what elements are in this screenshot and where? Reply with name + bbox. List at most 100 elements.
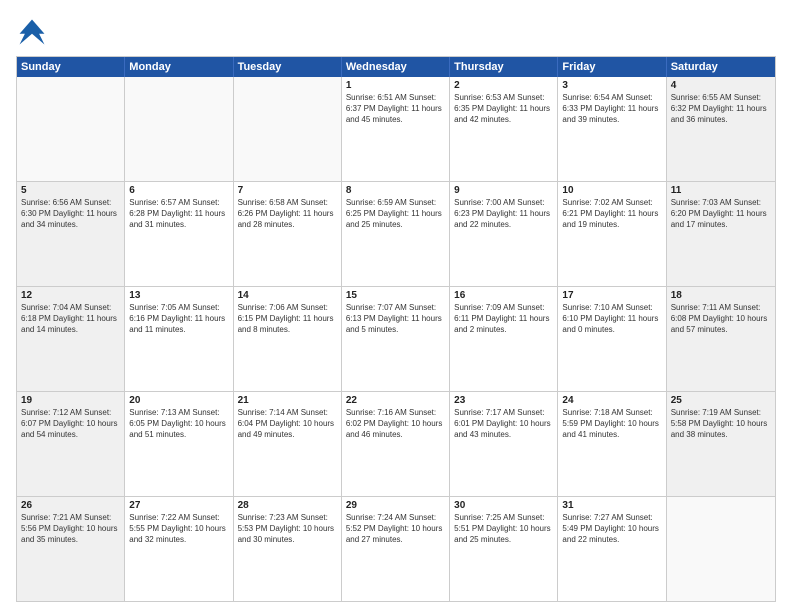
calendar-cell: 24Sunrise: 7:18 AM Sunset: 5:59 PM Dayli… — [558, 392, 666, 496]
calendar-cell: 8 Sunrise: 6:59 AM Sunset: 6:25 PM Daylig… — [342, 182, 450, 286]
day-info: Sunrise: 7:04 AM Sunset: 6:18 PM Dayligh… — [21, 303, 120, 335]
calendar-week-2: 5Sunrise: 6:56 AM Sunset: 6:30 PM Daylig… — [17, 182, 775, 287]
weekday-header-monday: Monday — [125, 57, 233, 77]
day-number: 31 — [562, 500, 661, 511]
weekday-header-sunday: Sunday — [17, 57, 125, 77]
day-number: 27 — [129, 500, 228, 511]
day-info: Sunrise: 7:24 AM Sunset: 5:52 PM Dayligh… — [346, 513, 445, 545]
calendar-cell: 11Sunrise: 7:03 AM Sunset: 6:20 PM Dayli… — [667, 182, 775, 286]
day-number: 4 — [671, 80, 771, 91]
day-number: 9 — [454, 185, 553, 196]
calendar-cell: 9Sunrise: 7:00 AM Sunset: 6:23 PM Daylig… — [450, 182, 558, 286]
calendar-cell: 29 Sunrise: 7:24 AM Sunset: 5:52 PM Dayli… — [342, 497, 450, 601]
weekday-header-thursday: Thursday — [450, 57, 558, 77]
day-number: 17 — [562, 290, 661, 301]
calendar-cell: 23 Sunrise: 7:17 AM Sunset: 6:01 PM Dayli… — [450, 392, 558, 496]
day-number: 2 — [454, 80, 553, 91]
calendar-container: SundayMondayTuesdayWednesdayThursdayFrid… — [0, 0, 792, 612]
weekday-header-saturday: Saturday — [667, 57, 775, 77]
day-number: 15 — [346, 290, 445, 301]
day-info: Sunrise: 7:07 AM Sunset: 6:13 PM Dayligh… — [346, 303, 445, 335]
day-number: 1 — [346, 80, 445, 91]
calendar: SundayMondayTuesdayWednesdayThursdayFrid… — [16, 56, 776, 602]
day-info: Sunrise: 7:27 AM Sunset: 5:49 PM Dayligh… — [562, 513, 661, 545]
day-info: Sunrise: 7:22 AM Sunset: 5:55 PM Dayligh… — [129, 513, 228, 545]
day-info: Sunrise: 6:57 AM Sunset: 6:28 PM Dayligh… — [129, 198, 228, 230]
day-number: 26 — [21, 500, 120, 511]
calendar-cell: 4 Sunrise: 6:55 AM Sunset: 6:32 PM Daylig… — [667, 77, 775, 181]
day-info: Sunrise: 6:53 AM Sunset: 6:35 PM Dayligh… — [454, 93, 553, 125]
day-info: Sunrise: 6:56 AM Sunset: 6:30 PM Dayligh… — [21, 198, 120, 230]
day-number: 23 — [454, 395, 553, 406]
day-info: Sunrise: 7:09 AM Sunset: 6:11 PM Dayligh… — [454, 303, 553, 335]
calendar-cell — [17, 77, 125, 181]
day-info: Sunrise: 7:10 AM Sunset: 6:10 PM Dayligh… — [562, 303, 661, 335]
calendar-cell: 13 Sunrise: 7:05 AM Sunset: 6:16 PM Dayli… — [125, 287, 233, 391]
calendar-cell: 10Sunrise: 7:02 AM Sunset: 6:21 PM Dayli… — [558, 182, 666, 286]
day-info: Sunrise: 7:25 AM Sunset: 5:51 PM Dayligh… — [454, 513, 553, 545]
day-number: 13 — [129, 290, 228, 301]
calendar-header: SundayMondayTuesdayWednesdayThursdayFrid… — [17, 57, 775, 77]
day-number: 22 — [346, 395, 445, 406]
calendar-cell: 22 Sunrise: 7:16 AM Sunset: 6:02 PM Dayli… — [342, 392, 450, 496]
day-info: Sunrise: 6:55 AM Sunset: 6:32 PM Dayligh… — [671, 93, 771, 125]
day-info: Sunrise: 7:05 AM Sunset: 6:16 PM Dayligh… — [129, 303, 228, 335]
day-info: Sunrise: 7:17 AM Sunset: 6:01 PM Dayligh… — [454, 408, 553, 440]
day-info: Sunrise: 6:51 AM Sunset: 6:37 PM Dayligh… — [346, 93, 445, 125]
day-number: 18 — [671, 290, 771, 301]
calendar-cell: 28 Sunrise: 7:23 AM Sunset: 5:53 PM Dayli… — [234, 497, 342, 601]
day-number: 28 — [238, 500, 337, 511]
day-number: 21 — [238, 395, 337, 406]
calendar-week-3: 12Sunrise: 7:04 AM Sunset: 6:18 PM Dayli… — [17, 287, 775, 392]
calendar-cell: 1 Sunrise: 6:51 AM Sunset: 6:37 PM Daylig… — [342, 77, 450, 181]
weekday-header-wednesday: Wednesday — [342, 57, 450, 77]
header — [16, 16, 776, 48]
logo-icon — [16, 16, 48, 48]
calendar-week-1: 1 Sunrise: 6:51 AM Sunset: 6:37 PM Daylig… — [17, 77, 775, 182]
day-info: Sunrise: 7:14 AM Sunset: 6:04 PM Dayligh… — [238, 408, 337, 440]
weekday-header-tuesday: Tuesday — [234, 57, 342, 77]
day-info: Sunrise: 7:18 AM Sunset: 5:59 PM Dayligh… — [562, 408, 661, 440]
day-info: Sunrise: 7:06 AM Sunset: 6:15 PM Dayligh… — [238, 303, 337, 335]
day-number: 8 — [346, 185, 445, 196]
calendar-cell: 27 Sunrise: 7:22 AM Sunset: 5:55 PM Dayli… — [125, 497, 233, 601]
calendar-cell: 5Sunrise: 6:56 AM Sunset: 6:30 PM Daylig… — [17, 182, 125, 286]
day-info: Sunrise: 7:23 AM Sunset: 5:53 PM Dayligh… — [238, 513, 337, 545]
day-number: 20 — [129, 395, 228, 406]
day-number: 25 — [671, 395, 771, 406]
day-info: Sunrise: 6:59 AM Sunset: 6:25 PM Dayligh… — [346, 198, 445, 230]
calendar-cell: 20Sunrise: 7:13 AM Sunset: 6:05 PM Dayli… — [125, 392, 233, 496]
calendar-cell: 3 Sunrise: 6:54 AM Sunset: 6:33 PM Daylig… — [558, 77, 666, 181]
calendar-week-4: 19 Sunrise: 7:12 AM Sunset: 6:07 PM Dayli… — [17, 392, 775, 497]
calendar-cell: 31 Sunrise: 7:27 AM Sunset: 5:49 PM Dayli… — [558, 497, 666, 601]
calendar-cell: 17 Sunrise: 7:10 AM Sunset: 6:10 PM Dayli… — [558, 287, 666, 391]
day-number: 3 — [562, 80, 661, 91]
calendar-cell: 25 Sunrise: 7:19 AM Sunset: 5:58 PM Dayli… — [667, 392, 775, 496]
calendar-cell: 7Sunrise: 6:58 AM Sunset: 6:26 PM Daylig… — [234, 182, 342, 286]
day-number: 14 — [238, 290, 337, 301]
calendar-cell: 12Sunrise: 7:04 AM Sunset: 6:18 PM Dayli… — [17, 287, 125, 391]
day-info: Sunrise: 7:19 AM Sunset: 5:58 PM Dayligh… — [671, 408, 771, 440]
calendar-body: 1 Sunrise: 6:51 AM Sunset: 6:37 PM Daylig… — [17, 77, 775, 601]
day-info: Sunrise: 7:11 AM Sunset: 6:08 PM Dayligh… — [671, 303, 771, 335]
logo — [16, 16, 52, 48]
day-number: 19 — [21, 395, 120, 406]
day-number: 11 — [671, 185, 771, 196]
calendar-cell: 21 Sunrise: 7:14 AM Sunset: 6:04 PM Dayli… — [234, 392, 342, 496]
day-number: 16 — [454, 290, 553, 301]
day-info: Sunrise: 6:58 AM Sunset: 6:26 PM Dayligh… — [238, 198, 337, 230]
day-info: Sunrise: 6:54 AM Sunset: 6:33 PM Dayligh… — [562, 93, 661, 125]
day-info: Sunrise: 7:12 AM Sunset: 6:07 PM Dayligh… — [21, 408, 120, 440]
day-number: 10 — [562, 185, 661, 196]
day-number: 6 — [129, 185, 228, 196]
day-number: 30 — [454, 500, 553, 511]
day-info: Sunrise: 7:16 AM Sunset: 6:02 PM Dayligh… — [346, 408, 445, 440]
calendar-cell — [234, 77, 342, 181]
calendar-cell: 30 Sunrise: 7:25 AM Sunset: 5:51 PM Dayli… — [450, 497, 558, 601]
calendar-cell — [125, 77, 233, 181]
calendar-cell: 6 Sunrise: 6:57 AM Sunset: 6:28 PM Daylig… — [125, 182, 233, 286]
calendar-cell: 16 Sunrise: 7:09 AM Sunset: 6:11 PM Dayli… — [450, 287, 558, 391]
calendar-cell: 15 Sunrise: 7:07 AM Sunset: 6:13 PM Dayli… — [342, 287, 450, 391]
day-number: 29 — [346, 500, 445, 511]
calendar-cell: 14 Sunrise: 7:06 AM Sunset: 6:15 PM Dayli… — [234, 287, 342, 391]
